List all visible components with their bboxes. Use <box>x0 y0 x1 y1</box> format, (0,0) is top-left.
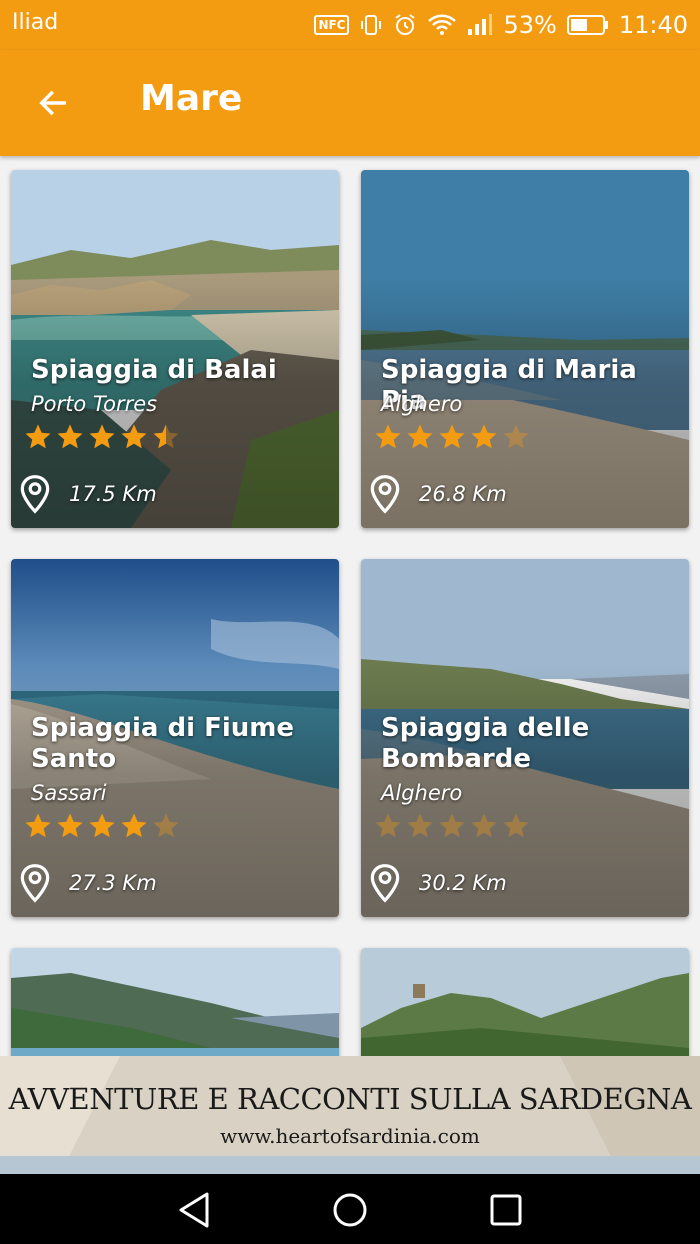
signal-icon <box>468 14 493 35</box>
beach-photo <box>361 948 689 1056</box>
beach-name: Spiaggia delle Bombarde <box>381 713 590 774</box>
distance-label: 30.2 Km <box>419 871 507 895</box>
beach-card[interactable]: Spiaggia delle Bombarde Alghero 30.2 Km <box>361 559 689 917</box>
recents-square-icon <box>490 1194 522 1226</box>
beach-name: Spiaggia di Fiume Santo <box>31 713 295 774</box>
ad-banner[interactable]: AVVENTURE E RACCONTI SULLA SARDEGNA www.… <box>0 1056 700 1174</box>
beach-name: Spiaggia di Balai <box>31 355 277 385</box>
beach-town: Sassari <box>31 781 107 805</box>
star-empty-icon <box>503 424 529 449</box>
location-pin-icon <box>20 864 50 903</box>
star-filled-icon <box>121 813 147 838</box>
arrow-left-icon <box>39 90 67 116</box>
beach-card[interactable] <box>11 948 339 1056</box>
beach-grid: Spiaggia di Balai Porto Torres 17.5 Km S… <box>0 156 700 1056</box>
star-empty-icon <box>471 813 497 838</box>
distance-row: 26.8 Km <box>369 474 507 514</box>
rating-stars <box>23 422 181 452</box>
nav-home-button[interactable] <box>330 1190 370 1230</box>
nav-back-button[interactable] <box>174 1190 214 1230</box>
beach-card[interactable]: Spiaggia di Fiume Santo Sassari 27.3 Km <box>11 559 339 917</box>
carrier-name: Iliad <box>12 10 59 35</box>
location-pin-icon <box>370 864 400 903</box>
beach-card[interactable]: Spiaggia di Maria Pia Alghero 26.8 Km <box>361 170 689 528</box>
star-filled-icon <box>25 424 51 449</box>
battery-icon <box>566 15 608 35</box>
star-empty-icon <box>375 813 401 838</box>
star-filled-icon <box>439 424 465 449</box>
app-bar: Mare <box>0 50 700 156</box>
star-filled-icon <box>25 813 51 838</box>
star-filled-icon <box>57 813 83 838</box>
wifi-icon <box>428 14 457 35</box>
beach-town: Alghero <box>381 392 463 416</box>
distance-label: 27.3 Km <box>69 871 157 895</box>
alarm-icon <box>395 14 416 35</box>
star-empty-icon <box>153 813 179 838</box>
location-pin-icon <box>370 475 400 514</box>
distance-label: 26.8 Km <box>419 482 507 506</box>
distance-row: 17.5 Km <box>19 474 157 514</box>
beach-town: Alghero <box>381 781 463 805</box>
rating-stars <box>373 422 531 452</box>
star-empty-icon <box>439 813 465 838</box>
star-filled-icon <box>471 424 497 449</box>
clock: 11:40 <box>618 11 688 39</box>
nfc-icon: NFC <box>314 15 350 35</box>
beach-card[interactable]: Spiaggia di Balai Porto Torres 17.5 Km <box>11 170 339 528</box>
distance-row: 30.2 Km <box>369 863 507 903</box>
vibrate-icon <box>361 15 382 35</box>
star-filled-icon <box>121 424 147 449</box>
rating-stars <box>23 811 181 841</box>
distance-row: 27.3 Km <box>19 863 157 903</box>
beach-town: Porto Torres <box>31 392 158 416</box>
location-pin-icon <box>20 475 50 514</box>
back-button[interactable] <box>30 80 76 126</box>
star-empty-icon <box>503 813 529 838</box>
rating-stars <box>373 811 531 841</box>
status-icons: NFC 53% 11:40 <box>314 8 688 42</box>
banner-headline: AVVENTURE E RACCONTI SULLA SARDEGNA <box>8 1082 692 1116</box>
status-bar: Iliad NFC 53% 11:40 <box>0 0 700 50</box>
home-circle-icon <box>333 1193 367 1227</box>
back-triangle-icon <box>179 1192 209 1228</box>
beach-card[interactable] <box>361 948 689 1056</box>
banner-site: www.heartofsardinia.com <box>220 1124 480 1148</box>
system-nav-bar <box>0 1174 700 1244</box>
page-title: Mare <box>140 78 243 119</box>
star-filled-icon <box>89 424 115 449</box>
star-filled-icon <box>89 813 115 838</box>
distance-label: 17.5 Km <box>69 482 157 506</box>
star-filled-icon <box>375 424 401 449</box>
star-empty-icon <box>407 813 433 838</box>
star-filled-icon <box>407 424 433 449</box>
nav-recents-button[interactable] <box>486 1190 526 1230</box>
star-filled-icon <box>57 424 83 449</box>
star-half-icon <box>153 424 179 449</box>
beach-photo <box>11 948 339 1056</box>
battery-percent: 53% <box>503 11 557 39</box>
